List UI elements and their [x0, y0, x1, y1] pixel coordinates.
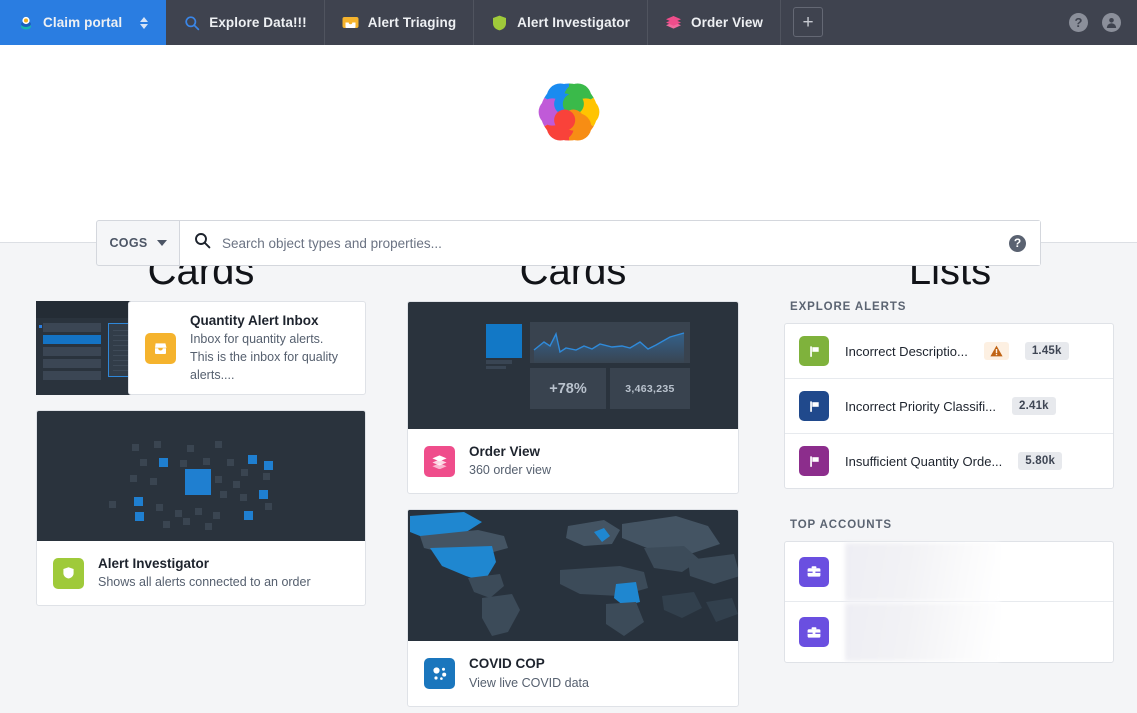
briefcase-icon	[799, 617, 829, 647]
list-section-label-explore-alerts: EXPLORE ALERTS	[790, 301, 907, 313]
cards-column-middle: Cards +78% 3,463,235 Order View 360 orde…	[380, 243, 750, 707]
card-title: Alert Investigator	[98, 556, 210, 571]
tab-label: Alert Investigator	[517, 15, 630, 30]
card-covid-cop[interactable]: COVID COP View live COVID data	[407, 509, 739, 707]
user-avatar-icon[interactable]	[1102, 13, 1121, 32]
card-body: COVID COP View live COVID data	[408, 641, 738, 705]
cards-column-left: Cards Quantity Alert Inbox Inbox for qua…	[0, 243, 380, 707]
world-map-graphic	[408, 510, 738, 642]
card-subtitle: Shows all alerts connected to an order	[98, 575, 311, 590]
count-badge: 5.80k	[1018, 452, 1063, 470]
tab-switcher-icon[interactable]	[140, 16, 149, 29]
flag-icon	[799, 391, 829, 421]
list-item-label: Incorrect Descriptio...	[845, 343, 968, 359]
card-thumbnail: +78% 3,463,235	[408, 302, 738, 429]
search-input[interactable]: Search object types and properties...	[222, 236, 442, 251]
chevron-down-icon	[156, 240, 167, 246]
kpi-count: 3,463,235	[610, 368, 690, 409]
search-icon	[194, 232, 211, 254]
search-scope-label: COGS	[109, 236, 148, 250]
tab-label: Claim portal	[43, 15, 123, 30]
loading-placeholder	[845, 542, 1000, 601]
dot-matrix-graphic	[37, 411, 365, 541]
tab-label: Alert Triaging	[367, 15, 457, 30]
list-item-label: Incorrect Priority Classifi...	[845, 398, 996, 414]
question-mark-icon[interactable]: ?	[1009, 234, 1026, 252]
tab-order-view[interactable]: Order View	[648, 0, 782, 45]
global-search-bar: COGS Search object types and properties.…	[96, 220, 1041, 266]
card-subtitle: View live COVID data	[469, 675, 589, 690]
list-item[interactable]: Incorrect Priority Classifi... 2.41k	[785, 379, 1113, 434]
top-tab-bar: Claim portal Explore Data!!! Alert Triag…	[0, 0, 1137, 45]
list-item[interactable]	[785, 542, 1113, 602]
search-help-wrap: ?	[1009, 221, 1040, 265]
loading-placeholder	[845, 603, 1000, 661]
card-body: Alert Investigator Shows all alerts conn…	[37, 541, 365, 605]
add-tab-button[interactable]: +	[793, 7, 824, 37]
tab-explore-data[interactable]: Explore Data!!!	[166, 0, 325, 45]
flag-icon	[799, 446, 829, 476]
kpi-percent: +78%	[530, 368, 606, 409]
app-logo-icon	[538, 81, 600, 148]
flag-icon	[799, 336, 829, 366]
list-top-accounts	[784, 541, 1114, 663]
sparkline-chart	[530, 322, 690, 363]
list-item[interactable]: Incorrect Descriptio... 1.45k	[785, 324, 1113, 379]
list-item-label: Insufficient Quantity Orde...	[845, 453, 1003, 469]
shield-icon	[53, 557, 84, 589]
header-actions: ?	[1069, 0, 1137, 45]
target-logo-icon	[17, 14, 34, 31]
list-explore-alerts: Incorrect Descriptio... 1.45k Incorrect …	[784, 323, 1114, 489]
card-subtitle: Inbox for quantity alerts. This is the i…	[190, 331, 338, 383]
layers-icon	[424, 445, 455, 477]
home-content: Cards Quantity Alert Inbox Inbox for qua…	[0, 243, 1137, 707]
molecule-icon	[424, 658, 455, 690]
tab-label: Order View	[691, 15, 764, 30]
card-title: COVID COP	[469, 656, 545, 672]
card-title: Quantity Alert Inbox	[190, 312, 319, 328]
card-body: Quantity Alert Inbox Inbox for quantity …	[128, 301, 366, 395]
inbox-icon	[342, 14, 359, 31]
list-item[interactable]	[785, 602, 1113, 662]
lists-column: Lists EXPLORE ALERTS Incorrect Descripti…	[750, 243, 1137, 707]
tab-alert-investigator[interactable]: Alert Investigator	[474, 0, 648, 45]
tab-label: Explore Data!!!	[209, 15, 307, 30]
search-icon	[183, 14, 200, 31]
card-thumbnail	[37, 411, 365, 541]
help-icon[interactable]: ?	[1069, 13, 1088, 32]
search-panel: COGS Search object types and properties.…	[0, 45, 1137, 266]
card-subtitle: 360 order view	[469, 463, 551, 478]
card-quantity-alert-inbox[interactable]: Quantity Alert Inbox Inbox for quantity …	[36, 301, 366, 395]
layers-icon	[665, 14, 682, 31]
shield-icon	[491, 14, 508, 31]
search-input-wrap[interactable]: Search object types and properties...	[180, 221, 1009, 265]
count-badge: 2.41k	[1011, 397, 1056, 415]
inbox-icon	[145, 332, 176, 364]
card-alert-investigator[interactable]: Alert Investigator Shows all alerts conn…	[36, 410, 366, 607]
tab-claim-portal[interactable]: Claim portal	[0, 0, 167, 45]
card-order-view[interactable]: +78% 3,463,235 Order View 360 order view	[407, 301, 739, 495]
list-item[interactable]: Insufficient Quantity Orde... 5.80k	[785, 434, 1113, 488]
search-scope-dropdown[interactable]: COGS	[97, 221, 180, 265]
card-title: Order View	[469, 444, 541, 459]
tab-alert-triaging[interactable]: Alert Triaging	[325, 0, 475, 45]
warning-icon	[983, 342, 1009, 360]
briefcase-icon	[799, 556, 829, 587]
card-thumbnail	[408, 510, 738, 642]
list-section-label-top-accounts: TOP ACCOUNTS	[790, 519, 892, 531]
count-badge: 1.45k	[1024, 342, 1069, 360]
card-body: Order View 360 order view	[408, 429, 738, 493]
